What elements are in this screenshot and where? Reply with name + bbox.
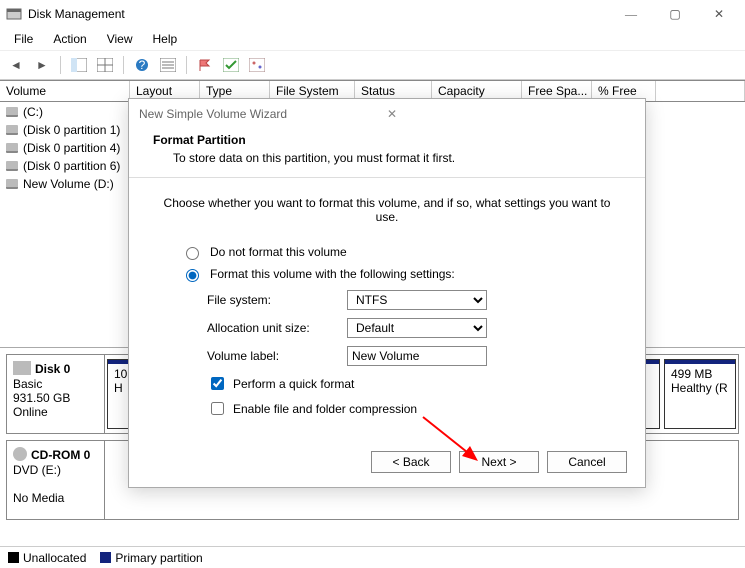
back-button[interactable]: < Back [371, 451, 451, 473]
partition[interactable]: 10H [107, 359, 129, 429]
window-title: Disk Management [28, 7, 609, 21]
drive-icon [6, 143, 18, 153]
checkbox-compression[interactable] [211, 402, 224, 415]
dialog-header: Format Partition To store data on this p… [129, 129, 645, 178]
select-alloc[interactable]: Default [347, 318, 487, 338]
forward-icon[interactable]: ► [32, 55, 52, 75]
disk-name: Disk 0 [35, 362, 70, 376]
list-icon[interactable] [158, 55, 178, 75]
input-volume-label[interactable] [347, 346, 487, 366]
disk-label: Disk 0 Basic 931.50 GB Online [7, 355, 105, 433]
radio-label: Do not format this volume [210, 245, 347, 259]
label-alloc: Allocation unit size: [207, 321, 347, 335]
settings-icon[interactable] [247, 55, 267, 75]
disk-size: 931.50 GB [13, 391, 98, 405]
volume-name: (Disk 0 partition 6) [23, 159, 120, 173]
dialog-buttons: < Back Next > Cancel [371, 451, 627, 473]
panel-icon[interactable] [69, 55, 89, 75]
dialog-close-icon[interactable]: ✕ [387, 107, 635, 121]
legend: Unallocated Primary partition [0, 546, 745, 568]
menu-action[interactable]: Action [45, 30, 94, 48]
partition[interactable]: 499 MBHealthy (R [664, 359, 736, 429]
drive-icon [6, 125, 18, 135]
col-spacer [656, 81, 745, 101]
legend-primary: Primary partition [100, 551, 202, 565]
check-icon[interactable] [221, 55, 241, 75]
radio-label: Format this volume with the following se… [210, 267, 455, 281]
dialog-instruction: Choose whether you want to format this v… [151, 196, 623, 224]
minimize-button[interactable]: — [609, 0, 653, 28]
drive-icon [6, 179, 18, 189]
cancel-button[interactable]: Cancel [547, 451, 627, 473]
volume-name: (C:) [23, 105, 43, 119]
menubar: File Action View Help [0, 28, 745, 50]
option-compression[interactable]: Enable file and folder compression [207, 399, 623, 418]
disk-type: Basic [13, 377, 98, 391]
media-status: No Media [13, 491, 98, 505]
drive-letter: DVD (E:) [13, 463, 98, 477]
drive-icon [6, 107, 18, 117]
help-icon[interactable]: ? [132, 55, 152, 75]
dialog-title: New Simple Volume Wizard [139, 107, 387, 121]
col-volume[interactable]: Volume [0, 81, 130, 101]
checkbox-label: Perform a quick format [233, 377, 354, 391]
drive-icon [6, 161, 18, 171]
checkbox-label: Enable file and folder compression [233, 402, 417, 416]
menu-help[interactable]: Help [145, 30, 186, 48]
disc-icon [13, 447, 27, 461]
disk-name: CD-ROM 0 [31, 448, 90, 462]
dialog-body: Choose whether you want to format this v… [129, 178, 645, 442]
volume-name: New Volume (D:) [23, 177, 114, 191]
toolbar: ◄ ► ? [0, 50, 745, 80]
select-filesystem[interactable]: NTFS [347, 290, 487, 310]
radio-no-format[interactable] [186, 247, 199, 260]
disk-label: CD-ROM 0 DVD (E:) No Media [7, 441, 105, 519]
menu-view[interactable]: View [99, 30, 141, 48]
close-button[interactable]: ✕ [697, 0, 741, 28]
option-format[interactable]: Format this volume with the following se… [181, 266, 623, 282]
option-quick-format[interactable]: Perform a quick format [207, 374, 623, 393]
dialog-heading: Format Partition [153, 133, 246, 147]
disk-status: Online [13, 405, 98, 419]
option-no-format[interactable]: Do not format this volume [181, 244, 623, 260]
legend-unallocated: Unallocated [8, 551, 86, 565]
menu-file[interactable]: File [6, 30, 41, 48]
separator [186, 56, 187, 74]
checkbox-quick-format[interactable] [211, 377, 224, 390]
separator [123, 56, 124, 74]
dialog-subheading: To store data on this partition, you mus… [153, 151, 621, 165]
disk-icon [13, 361, 31, 375]
titlebar: Disk Management — ▢ ✕ [0, 0, 745, 28]
wizard-dialog: New Simple Volume Wizard ✕ Format Partit… [128, 98, 646, 488]
radio-format[interactable] [186, 269, 199, 282]
label-volume-label: Volume label: [207, 349, 347, 363]
app-icon [6, 6, 22, 22]
flag-icon[interactable] [195, 55, 215, 75]
dialog-titlebar: New Simple Volume Wizard ✕ [129, 99, 645, 129]
back-icon[interactable]: ◄ [6, 55, 26, 75]
volume-name: (Disk 0 partition 4) [23, 141, 120, 155]
volume-name: (Disk 0 partition 1) [23, 123, 120, 137]
grid-icon[interactable] [95, 55, 115, 75]
maximize-button[interactable]: ▢ [653, 0, 697, 28]
separator [60, 56, 61, 74]
label-filesystem: File system: [207, 293, 347, 307]
next-button[interactable]: Next > [459, 451, 539, 473]
svg-text:?: ? [139, 58, 146, 72]
